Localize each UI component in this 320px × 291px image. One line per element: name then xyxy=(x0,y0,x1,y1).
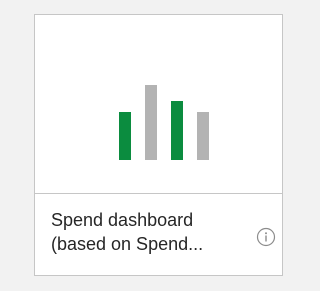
dashboard-tile[interactable]: Spend dashboard (based on Spend... xyxy=(34,14,283,276)
tile-title-line-2: (based on Spend... xyxy=(51,234,204,254)
bar-chart-icon xyxy=(117,70,213,160)
tile-title-line-1: Spend dashboard xyxy=(51,210,194,230)
thumbnail-bar xyxy=(145,85,157,160)
thumbnail-bar xyxy=(171,101,183,160)
thumbnail-bar xyxy=(119,112,131,160)
tile-divider xyxy=(35,193,282,194)
info-icon[interactable] xyxy=(256,227,276,247)
tile-thumbnail[interactable] xyxy=(35,15,282,193)
tile-title[interactable]: Spend dashboard (based on Spend... xyxy=(51,208,241,256)
thumbnail-bar xyxy=(197,112,209,160)
